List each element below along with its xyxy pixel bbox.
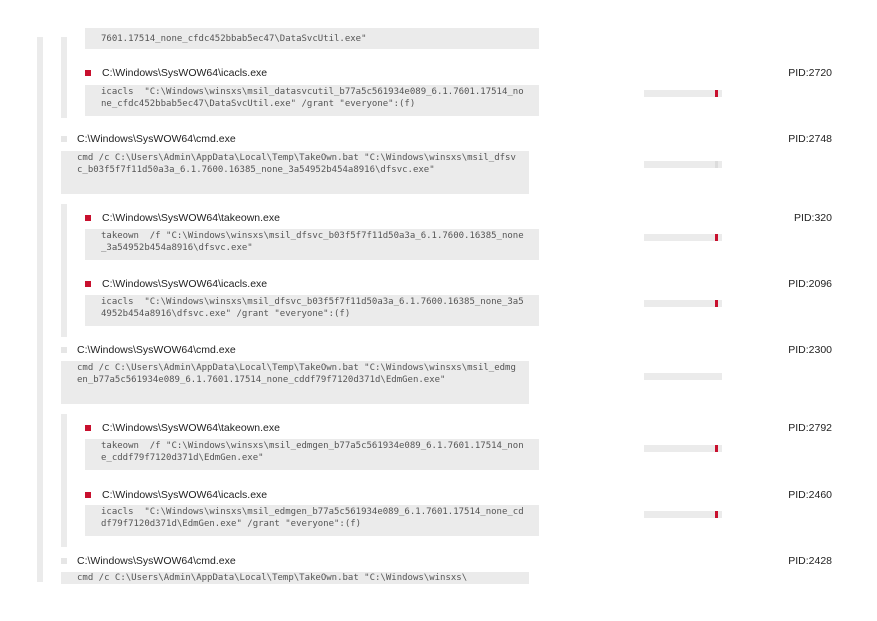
command-line: icacls "C:\Windows\winsxs\msil_datasvcut…: [85, 85, 539, 116]
timeline-marker: [715, 234, 718, 241]
command-line: icacls "C:\Windows\winsxs\msil_edmgen_b7…: [85, 505, 539, 536]
timeline-marker: [715, 445, 718, 452]
child-process-marker-icon: [85, 425, 91, 431]
process-path: C:\Windows\SysWOW64\cmd.exe: [77, 344, 236, 356]
child-process-marker-icon: [85, 70, 91, 76]
child-process-marker-icon: [85, 492, 91, 498]
process-path: C:\Windows\SysWOW64\cmd.exe: [77, 555, 236, 567]
command-line: takeown /f "C:\Windows\winsxs\msil_dfsvc…: [85, 229, 539, 260]
timeline-marker: [715, 300, 718, 307]
process-path: C:\Windows\SysWOW64\icacls.exe: [102, 489, 268, 501]
command-line: takeown /f "C:\Windows\winsxs\msil_edmge…: [85, 439, 539, 470]
process-pid: PID:2300: [788, 344, 832, 356]
command-line: cmd /c C:\Users\Admin\AppData\Local\Temp…: [61, 361, 529, 404]
process-marker-icon: [61, 347, 67, 353]
process-pid: PID:2792: [788, 422, 832, 434]
command-line: cmd /c C:\Users\Admin\AppData\Local\Temp…: [61, 572, 529, 584]
process-path: C:\Windows\SysWOW64\cmd.exe: [77, 133, 236, 145]
process-path: C:\Windows\SysWOW64\icacls.exe: [102, 278, 268, 290]
process-marker-icon: [61, 558, 67, 564]
process-marker-icon: [61, 136, 67, 142]
child-process-marker-icon: [85, 281, 91, 287]
process-pid: PID:2720: [788, 67, 832, 79]
process-pid: PID:2748: [788, 133, 832, 145]
process-pid: PID:2428: [788, 555, 832, 567]
process-timeline: [644, 234, 722, 241]
process-path: C:\Windows\SysWOW64\icacls.exe: [102, 67, 268, 79]
process-timeline: [644, 511, 722, 518]
child-process-marker-icon: [85, 215, 91, 221]
process-pid: PID:320: [794, 212, 832, 224]
process-timeline: [644, 445, 722, 452]
process-timeline: [644, 161, 722, 168]
process-path: C:\Windows\SysWOW64\takeown.exe: [102, 422, 280, 434]
timeline-marker: [715, 511, 718, 518]
tree-connector: [37, 37, 43, 582]
child-connector: [61, 414, 67, 547]
command-line: icacls "C:\Windows\winsxs\msil_dfsvc_b03…: [85, 295, 539, 326]
timeline-marker: [715, 161, 718, 168]
process-timeline: [644, 300, 722, 307]
timeline-marker: [715, 90, 718, 97]
process-pid: PID:2460: [788, 489, 832, 501]
process-timeline: [644, 373, 722, 380]
command-line: 7601.17514_none_cfdc452bbab5ec47\DataSvc…: [85, 28, 539, 49]
process-timeline: [644, 90, 722, 97]
command-line: cmd /c C:\Users\Admin\AppData\Local\Temp…: [61, 151, 529, 194]
child-connector: [61, 37, 67, 118]
child-connector: [61, 204, 67, 337]
process-path: C:\Windows\SysWOW64\takeown.exe: [102, 212, 280, 224]
process-pid: PID:2096: [788, 278, 832, 290]
